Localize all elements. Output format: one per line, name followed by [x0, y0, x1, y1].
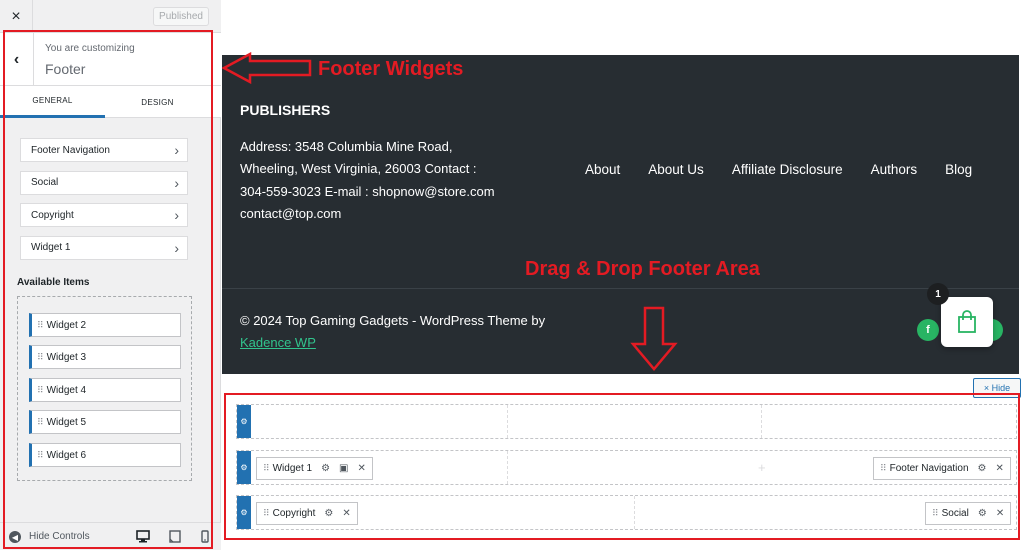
footer-nav-about[interactable]: About — [585, 162, 620, 177]
footer-nav-blog[interactable]: Blog — [945, 162, 972, 177]
footer-nav-about-us[interactable]: About Us — [648, 162, 704, 177]
annotation-box-sidebar — [3, 30, 213, 549]
footer-navigation-menu: About About Us Affiliate Disclosure Auth… — [585, 162, 1000, 177]
cart-button[interactable] — [941, 297, 993, 347]
arrow-down-icon — [630, 306, 678, 371]
facebook-icon[interactable]: f — [917, 319, 939, 341]
footer-nav-affiliate-disclosure[interactable]: Affiliate Disclosure — [732, 162, 843, 177]
footer-nav-authors[interactable]: Authors — [871, 162, 918, 177]
sidebar-topbar: × Published — [0, 0, 221, 33]
published-button[interactable]: Published — [153, 7, 209, 26]
address-text: Address: 3548 Columbia Mine Road, Wheeli… — [240, 139, 495, 222]
publishers-title: PUBLISHERS — [240, 102, 331, 118]
annotation-footer-widgets: Footer Widgets — [318, 58, 464, 80]
close-icon[interactable]: × — [0, 0, 33, 33]
annotation-drag-drop: Drag & Drop Footer Area — [525, 258, 760, 280]
copyright-label: © 2024 Top Gaming Gadgets - WordPress Th… — [240, 313, 546, 328]
annotation-box-builder — [224, 393, 1020, 540]
kadence-link[interactable]: Kadence WP — [240, 335, 316, 350]
arrow-left-icon — [222, 52, 312, 84]
footer-divider — [222, 288, 1019, 289]
cart-count-badge: 1 — [927, 283, 949, 305]
copyright-text: © 2024 Top Gaming Gadgets - WordPress Th… — [240, 310, 545, 354]
shopping-bag-icon — [958, 310, 976, 333]
